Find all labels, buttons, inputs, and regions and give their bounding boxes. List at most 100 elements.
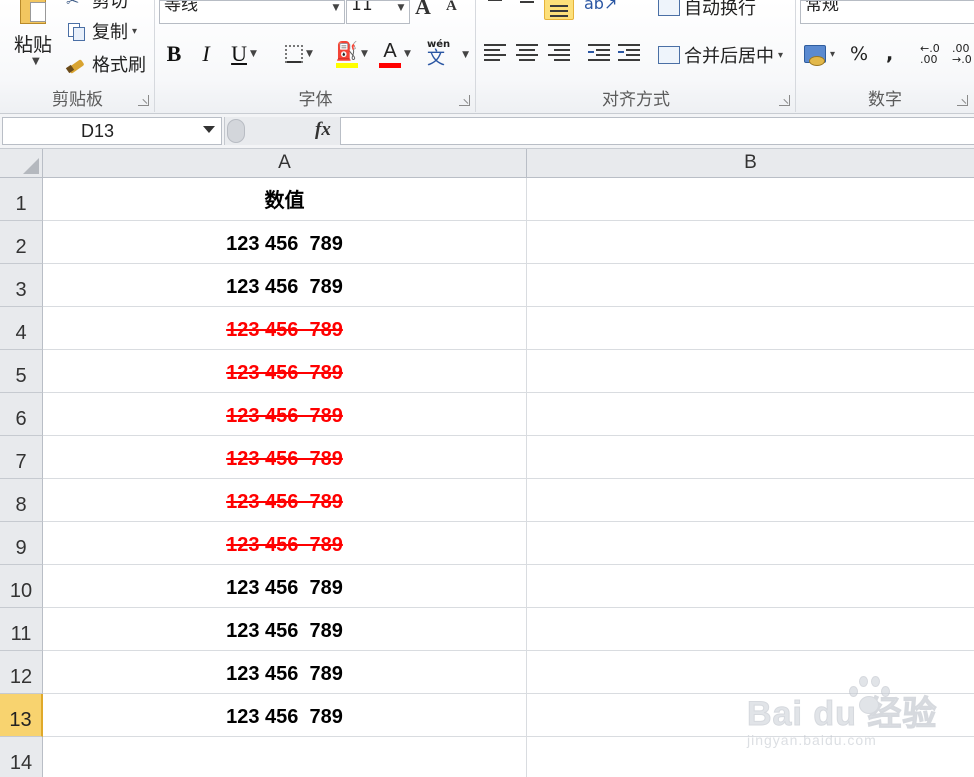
cut-label: 剪切	[92, 0, 128, 12]
font-name-combo[interactable]: 等线 ▼	[159, 0, 345, 24]
row-header[interactable]: 2	[0, 221, 43, 264]
row-header[interactable]: 5	[0, 350, 43, 393]
cell-a12[interactable]: 123 456 789	[43, 651, 527, 694]
decrease-indent-button[interactable]	[588, 42, 614, 64]
cell-b5[interactable]	[527, 350, 974, 393]
dialog-launcher-icon[interactable]	[779, 95, 790, 106]
increase-decimal-button[interactable]: ←.0.00	[920, 40, 944, 68]
cell-a2[interactable]: 123 456 789	[43, 221, 527, 264]
align-top-button[interactable]	[484, 0, 510, 10]
cell-b6[interactable]	[527, 393, 974, 436]
chevron-down-icon[interactable]	[203, 126, 215, 133]
cell-a13[interactable]: 123 456 789	[43, 694, 527, 737]
format-painter-button[interactable]: 格式刷	[66, 52, 146, 76]
column-header-b[interactable]: B	[527, 149, 974, 178]
paste-button[interactable]: 粘贴 ▼	[8, 0, 56, 80]
cell-a11[interactable]: 123 456 789	[43, 608, 527, 651]
shrink-font-button[interactable]: A	[446, 0, 457, 15]
ribbon: 粘贴 ▼ ✂ 剪切 复制 ▾ 格式刷 剪贴板 等线 ▼ 11 ▼ A A B I…	[0, 0, 974, 114]
cell-b7[interactable]	[527, 436, 974, 479]
wrap-text-button[interactable]: 自动换行	[658, 0, 756, 20]
percent-button[interactable]: %	[850, 40, 868, 68]
cell-b8[interactable]	[527, 479, 974, 522]
row-header[interactable]: 7	[0, 436, 43, 479]
accounting-format-button[interactable]: ▾	[804, 40, 835, 68]
cell-a8[interactable]: 123 456 789	[43, 479, 527, 522]
number-format-value: 常规	[805, 0, 839, 15]
number-format-combo[interactable]: 常规	[800, 0, 974, 24]
row-header[interactable]: 9	[0, 522, 43, 565]
row-header[interactable]: 12	[0, 651, 43, 694]
font-size-combo[interactable]: 11 ▼	[346, 0, 410, 24]
resize-handle[interactable]	[227, 119, 245, 143]
cut-button[interactable]: ✂ 剪切	[66, 0, 128, 12]
dialog-launcher-icon[interactable]	[957, 95, 968, 106]
dialog-launcher-icon[interactable]	[459, 95, 470, 106]
cell-a3[interactable]: 123 456 789	[43, 264, 527, 307]
cell-b10[interactable]	[527, 565, 974, 608]
cell-a1[interactable]: 数值	[43, 178, 527, 221]
bold-button[interactable]: B	[161, 40, 187, 68]
dialog-launcher-icon[interactable]	[138, 95, 149, 106]
merge-center-button[interactable]: 合并后居中 ▾	[658, 42, 783, 68]
align-left-button[interactable]	[484, 42, 510, 64]
chevron-down-icon: ▾	[830, 48, 836, 60]
chevron-down-icon: ▾	[132, 25, 138, 37]
cell-b4[interactable]	[527, 307, 974, 350]
underline-button[interactable]: U ▼	[225, 40, 263, 68]
row-header[interactable]: 6	[0, 393, 43, 436]
chevron-down-icon[interactable]: ▼	[393, 1, 409, 23]
comma-style-button[interactable]: ,	[886, 40, 893, 68]
merge-center-label: 合并后居中	[684, 46, 774, 67]
chevron-down-icon[interactable]: ▼	[328, 1, 344, 23]
align-bottom-icon	[548, 1, 570, 17]
grow-font-button[interactable]: A	[415, 0, 431, 20]
cell-b9[interactable]	[527, 522, 974, 565]
cell-a9[interactable]: 123 456 789	[43, 522, 527, 565]
chevron-down-icon: ▼	[361, 49, 368, 59]
row-header[interactable]: 11	[0, 608, 43, 651]
name-box[interactable]: D13	[2, 117, 222, 145]
row-header[interactable]: 14	[0, 737, 43, 777]
cell-a5[interactable]: 123 456 789	[43, 350, 527, 393]
chevron-down-icon: ▼	[32, 56, 40, 67]
orientation-button[interactable]: ab↗	[584, 0, 624, 14]
merge-center-icon	[658, 46, 680, 64]
row-header[interactable]: 1	[0, 178, 43, 221]
column-header-a[interactable]: A	[43, 149, 527, 178]
cell-b14[interactable]	[527, 737, 974, 777]
fill-color-button[interactable]: ⛽ ▼	[333, 40, 371, 68]
align-middle-button[interactable]	[516, 0, 542, 10]
cell-b13[interactable]	[527, 694, 974, 737]
insert-function-button[interactable]: fx	[315, 119, 331, 141]
cell-a7[interactable]: 123 456 789	[43, 436, 527, 479]
increase-indent-button[interactable]	[618, 42, 644, 64]
font-color-button[interactable]: A ▼	[375, 40, 415, 68]
italic-button[interactable]: I	[193, 40, 219, 68]
row-header[interactable]: 13	[0, 694, 43, 737]
cell-b11[interactable]	[527, 608, 974, 651]
spreadsheet-grid: A B 1 数值 2 123 456 789 3 123 456 789 4 123 456 …	[0, 149, 974, 777]
cell-a4[interactable]: 123 456 789	[43, 307, 527, 350]
align-center-icon	[516, 42, 538, 61]
align-right-button[interactable]	[548, 42, 574, 64]
cell-b3[interactable]	[527, 264, 974, 307]
cell-a14[interactable]	[43, 737, 527, 777]
align-bottom-button[interactable]	[544, 0, 574, 20]
decrease-decimal-button[interactable]: .00 →.0	[952, 40, 974, 68]
formula-input[interactable]	[340, 117, 974, 145]
copy-button[interactable]: 复制 ▾	[66, 19, 137, 43]
select-all-button[interactable]	[0, 149, 43, 178]
cell-a10[interactable]: 123 456 789	[43, 565, 527, 608]
row-header[interactable]: 10	[0, 565, 43, 608]
cell-b1[interactable]	[527, 178, 974, 221]
cell-b2[interactable]	[527, 221, 974, 264]
align-center-button[interactable]	[516, 42, 542, 64]
borders-button[interactable]: ▼	[279, 40, 319, 68]
cell-b12[interactable]	[527, 651, 974, 694]
cell-a6[interactable]: 123 456 789	[43, 393, 527, 436]
row-header[interactable]: 3	[0, 264, 43, 307]
phonetic-guide-button[interactable]: wén 文 ▼	[427, 40, 471, 68]
row-header[interactable]: 8	[0, 479, 43, 522]
row-header[interactable]: 4	[0, 307, 43, 350]
